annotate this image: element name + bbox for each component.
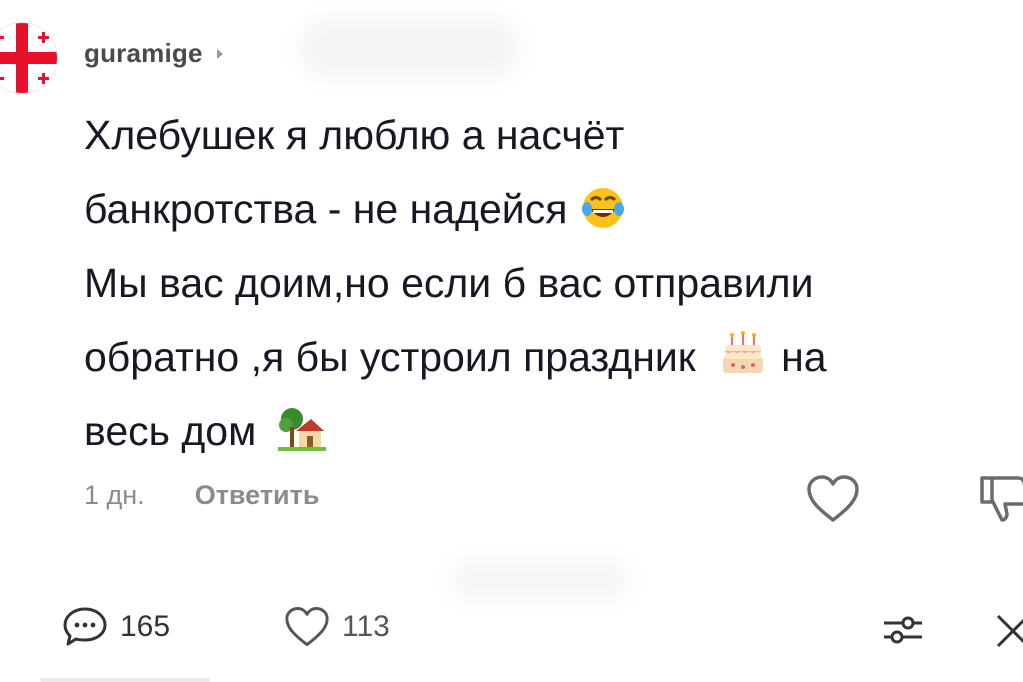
likes-count-button[interactable]: 113: [284, 606, 390, 648]
laughing-tears-emoji-icon: [581, 188, 624, 228]
birthday-cake-emoji-icon: [723, 331, 764, 373]
close-icon[interactable]: [994, 608, 1023, 652]
dislike-icon[interactable]: [978, 470, 1023, 526]
caret-right-icon: [216, 48, 223, 59]
georgian-flag-icon: [0, 23, 57, 93]
username-row: guramige: [84, 38, 225, 69]
comment-text: Хлебушек я люблю а насчёт банкротства - …: [84, 98, 1014, 468]
house-with-garden-emoji-icon: [277, 408, 326, 451]
user-avatar[interactable]: [0, 22, 58, 94]
comment-line: банкротства - не надейся: [84, 172, 1014, 246]
reply-button[interactable]: Ответить: [195, 480, 320, 511]
comment-line: весь дом: [84, 394, 1014, 468]
comment-line: обратно ,я бы устроил праздник на: [84, 320, 1014, 394]
comment-bubble-icon: [63, 607, 107, 646]
comments-footer-bar: 165 113: [0, 596, 1023, 666]
comment-meta: 1 дн. Ответить: [84, 480, 319, 511]
comments-count: 165: [120, 610, 171, 643]
likes-count: 113: [342, 610, 390, 643]
heart-outline-icon: [285, 607, 329, 647]
divider: [40, 678, 210, 682]
filter-sliders-icon[interactable]: [880, 610, 926, 650]
blurred-region: [300, 18, 520, 78]
comments-count-button[interactable]: 165: [62, 606, 170, 648]
comment-line: Мы вас доим,но если б вас отправили: [84, 260, 814, 306]
comment-age: 1 дн.: [84, 480, 145, 510]
comment-line: Хлебушек я люблю а насчёт: [84, 112, 625, 158]
blurred-region: [450, 560, 630, 600]
like-heart-icon[interactable]: [806, 474, 860, 524]
comment-screen: guramige Хлебушек я люблю а насчёт банкр…: [0, 0, 1023, 682]
username[interactable]: guramige: [84, 38, 203, 69]
